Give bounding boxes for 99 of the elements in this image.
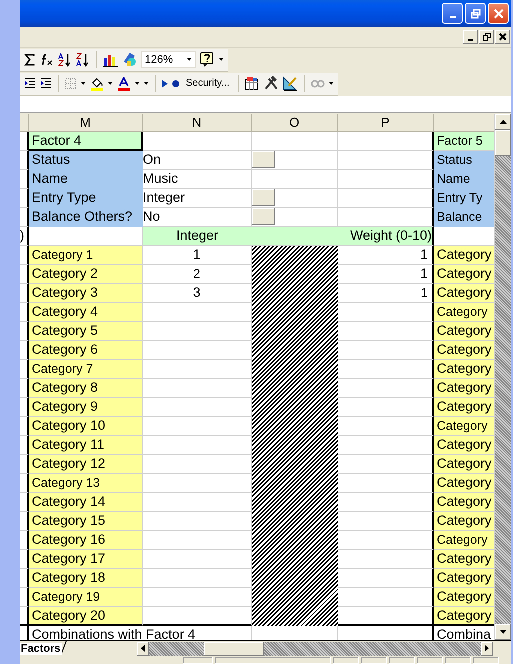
toolbox-icon[interactable] (244, 76, 260, 91)
category-label: Category 12 (29, 455, 143, 474)
minimize-button[interactable] (463, 30, 478, 44)
category-label: Category (434, 531, 494, 550)
category-label: Category 17 (29, 550, 143, 569)
dropdown-arrow-icon[interactable] (108, 82, 113, 85)
record-icon[interactable] (172, 80, 180, 88)
sum-icon[interactable] (24, 54, 36, 66)
dropdown-arrow-icon[interactable] (328, 82, 334, 85)
form-button[interactable] (252, 208, 275, 225)
restore-icon (470, 8, 480, 18)
setting-label: Balance Others? (29, 208, 143, 227)
bar-chart-icon[interactable] (103, 52, 118, 66)
category-label: Category 8 (29, 379, 143, 398)
scrollbar-thumb[interactable] (204, 642, 264, 656)
horizontal-scrollbar[interactable] (137, 642, 493, 656)
restore-button[interactable] (479, 30, 494, 44)
minimize-icon (450, 16, 456, 18)
run-icon[interactable] (162, 80, 168, 88)
vertical-scrollbar[interactable] (494, 114, 511, 640)
category-label: Category 4 (29, 303, 143, 322)
category-label: Category 11 (29, 436, 143, 455)
category-label: Category 10 (29, 417, 143, 436)
category-label: Category (434, 550, 494, 569)
decrease-indent-icon[interactable] (24, 78, 36, 90)
category-label: Category 16 (29, 531, 143, 550)
category-label: Category (434, 607, 494, 626)
column-header[interactable]: N (143, 114, 252, 132)
category-label: Category 19 (29, 588, 143, 607)
category-label: Category (434, 474, 494, 493)
setting-label: Entry Type (29, 189, 143, 208)
category-label: Category (434, 246, 494, 265)
category-label: Category (434, 455, 494, 474)
category-label: Category (434, 493, 494, 512)
sort-ascending-icon[interactable] (58, 52, 72, 66)
help-icon[interactable] (200, 52, 215, 67)
category-label: Category (434, 512, 494, 531)
fill-color-icon[interactable] (90, 76, 104, 90)
factor-title: Factor 5 (434, 132, 494, 151)
close-icon (494, 8, 504, 18)
category-label: Category (434, 569, 494, 588)
category-label: Category (434, 436, 494, 455)
function-icon[interactable] (40, 54, 54, 66)
category-label: Category 2 (29, 265, 143, 284)
drawing-icon[interactable] (122, 52, 137, 67)
scrollbar-thumb[interactable] (495, 130, 511, 156)
borders-icon[interactable] (65, 78, 77, 90)
category-label: Category (434, 588, 494, 607)
tools-icon[interactable] (264, 76, 279, 91)
dropdown-arrow-icon[interactable] (81, 82, 86, 85)
zoom-value: 126% (145, 54, 174, 66)
category-label: Category 7 (29, 360, 143, 379)
category-label: Category (434, 303, 494, 322)
setting-label: Name (434, 170, 494, 189)
sheet-tab[interactable]: Factors (20, 642, 62, 654)
column-label: Weight (0-10) (349, 227, 432, 245)
column-label: Integer (175, 227, 220, 245)
font-color-icon[interactable] (117, 76, 131, 90)
column-header[interactable]: M (29, 114, 143, 132)
category-label: Category 14 (29, 493, 143, 512)
category-label: Category 6 (29, 341, 143, 360)
category-label: Category 5 (29, 322, 143, 341)
column-header[interactable]: O (252, 114, 338, 132)
column-header[interactable]: P (338, 114, 434, 132)
table-cell: ) (20, 227, 29, 246)
category-label: Category 18 (29, 569, 143, 588)
category-label: Category (434, 417, 494, 436)
security-button[interactable]: Security... (184, 78, 232, 89)
category-label: Category (434, 360, 494, 379)
category-label: Category 15 (29, 512, 143, 531)
factor-title: Factor 4 (29, 132, 143, 151)
close-button[interactable] (495, 30, 510, 44)
setting-value: Music (143, 170, 252, 189)
category-label: Category (434, 379, 494, 398)
category-label: Category 1 (29, 246, 143, 265)
setting-label: Balance (434, 208, 494, 227)
design-mode-icon[interactable] (282, 76, 298, 91)
setting-label: Name (29, 170, 143, 189)
category-label: Category (434, 341, 494, 360)
zoom-dropdown[interactable]: 126% (141, 51, 196, 68)
category-label: Category 3 (29, 284, 143, 303)
setting-label: Status (434, 151, 494, 170)
category-label: Category 13 (29, 474, 143, 493)
form-button[interactable] (252, 151, 275, 168)
category-label: Category 9 (29, 398, 143, 417)
form-button[interactable] (252, 189, 275, 206)
dropdown-arrow-icon[interactable] (187, 58, 192, 61)
close-icon (498, 33, 506, 41)
category-label: Category (434, 322, 494, 341)
restore-icon (482, 33, 490, 41)
increase-indent-icon[interactable] (40, 78, 52, 90)
category-label: Category (434, 284, 494, 303)
sort-descending-icon[interactable] (76, 52, 90, 66)
category-label: Category (434, 265, 494, 284)
dropdown-arrow-icon[interactable] (219, 58, 224, 61)
setting-label: Status (29, 151, 143, 170)
category-label: Category 20 (29, 607, 143, 626)
category-label: Category (434, 398, 494, 417)
setting-label: Entry Ty (434, 189, 494, 208)
